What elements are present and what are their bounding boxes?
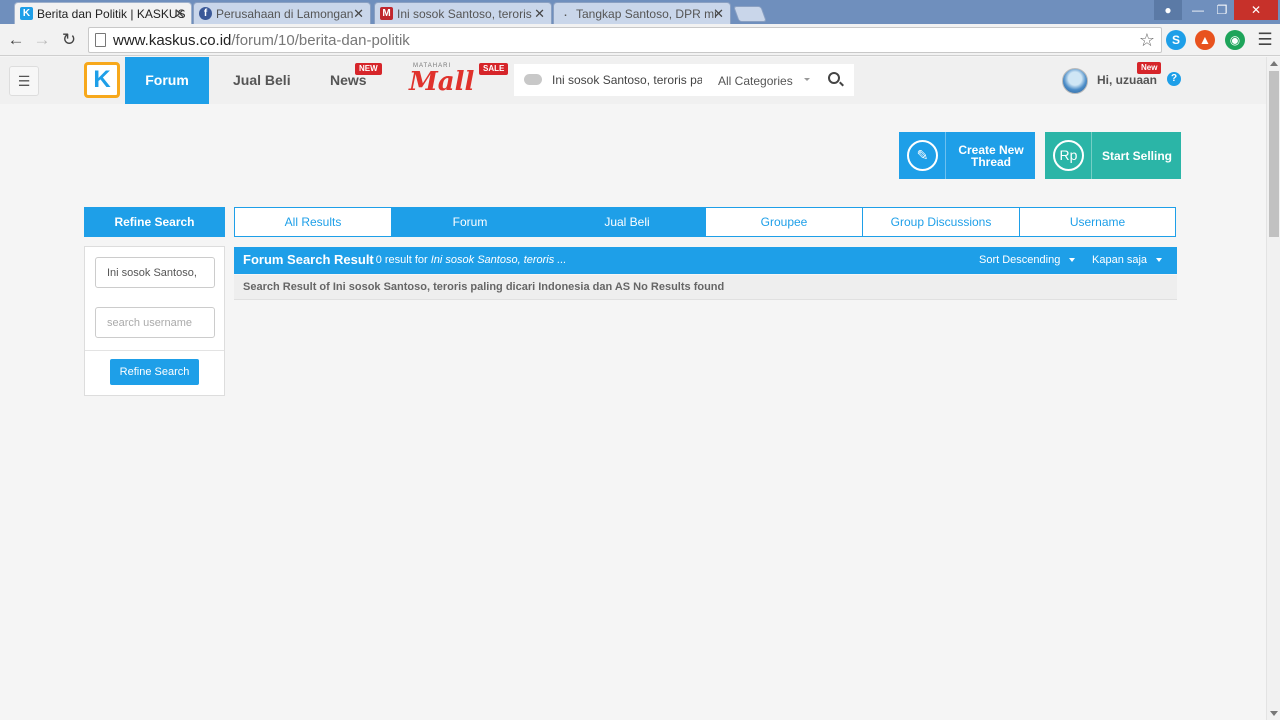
window-close-icon[interactable]: ✕ bbox=[1234, 0, 1278, 20]
tab-forum[interactable]: Forum bbox=[392, 208, 549, 236]
results-title: Forum Search Result bbox=[243, 252, 374, 267]
sort-dropdown[interactable]: Sort Descending bbox=[979, 247, 1076, 274]
forward-arrow-icon[interactable]: → bbox=[31, 29, 53, 51]
pencil-icon: ✎ bbox=[899, 132, 946, 179]
scroll-up-icon[interactable] bbox=[1270, 61, 1278, 66]
mall-logo-text: Mall bbox=[409, 67, 475, 97]
search-icon[interactable] bbox=[828, 72, 840, 84]
browser-tab-strip: K Berita dan Politik | KASKUS ✕ f Perusa… bbox=[0, 0, 1280, 24]
user-new-badge: New bbox=[1137, 62, 1162, 74]
panel-divider bbox=[85, 350, 224, 351]
results-header: Forum Search Result - 0 result for Ini s… bbox=[234, 247, 1177, 274]
mall-sale-badge: SALE bbox=[479, 63, 509, 75]
refine-query-input[interactable] bbox=[95, 257, 215, 288]
reload-icon[interactable]: ↻ bbox=[58, 29, 80, 51]
chevron-down-icon bbox=[1156, 258, 1163, 263]
nav-forum[interactable]: Forum bbox=[125, 57, 209, 104]
page-icon bbox=[95, 33, 106, 47]
rupiah-icon: Rp bbox=[1045, 132, 1092, 179]
news-new-badge: NEW bbox=[355, 63, 382, 75]
kaskus-logo[interactable]: K bbox=[84, 62, 120, 98]
back-arrow-icon[interactable]: ← bbox=[5, 29, 27, 51]
facebook-favicon-icon: f bbox=[199, 7, 212, 20]
new-tab-button[interactable] bbox=[733, 6, 767, 22]
header-search: Ini sosok Santoso, teroris pa All Catego… bbox=[514, 64, 854, 96]
help-icon[interactable]: ? bbox=[1167, 72, 1181, 86]
browser-tab-title: Berita dan Politik | KASKUS bbox=[37, 7, 186, 21]
chevron-down-icon bbox=[804, 78, 810, 81]
create-thread-label: Create New Thread bbox=[958, 142, 1024, 169]
nav-jual-beli[interactable]: Jual Beli bbox=[233, 57, 291, 104]
username-search-input[interactable] bbox=[95, 307, 215, 338]
browser-tab-title: Perusahaan di Lamongan bbox=[216, 7, 354, 21]
browser-toolbar: ← → ↻ www.kaskus.co.id/forum/10/berita-d… bbox=[0, 24, 1280, 56]
no-results-row: Search Result of Ini sosok Santoso, tero… bbox=[234, 275, 1177, 300]
browser-tab-title: Ini sosok Santoso, teroris bbox=[397, 7, 532, 21]
scroll-down-icon[interactable] bbox=[1270, 711, 1278, 716]
no-results-message: Search Result of Ini sosok Santoso, tero… bbox=[243, 281, 725, 293]
browser-tab-dpr[interactable]: . Tangkap Santoso, DPR mi ✕ bbox=[553, 2, 731, 24]
create-new-thread-button[interactable]: ✎ Create New Thread bbox=[899, 132, 1035, 179]
chrome-menu-icon[interactable]: ☰ bbox=[1254, 29, 1276, 51]
browser-tab-title: Tangkap Santoso, DPR mi bbox=[576, 7, 717, 21]
close-tab-icon[interactable]: ✕ bbox=[353, 6, 364, 22]
loading-favicon-icon: . bbox=[564, 8, 567, 19]
close-tab-icon[interactable]: ✕ bbox=[174, 6, 185, 22]
scrollbar-thumb[interactable] bbox=[1269, 71, 1279, 237]
browser-tab-merdeka[interactable]: M Ini sosok Santoso, teroris ✕ bbox=[374, 2, 552, 24]
browser-tab-facebook[interactable]: f Perusahaan di Lamongan ✕ bbox=[193, 2, 371, 24]
bookmark-star-icon[interactable]: ☆ bbox=[1139, 30, 1155, 51]
url-text: www.kaskus.co.id/forum/10/berita-dan-pol… bbox=[113, 32, 410, 49]
fire-extension-icon[interactable]: ▲ bbox=[1195, 30, 1215, 50]
tab-username[interactable]: Username bbox=[1020, 208, 1175, 236]
browser-tab-kaskus[interactable]: K Berita dan Politik | KASKUS ✕ bbox=[14, 2, 192, 24]
hamburger-menu-icon[interactable]: ☰ bbox=[9, 66, 39, 96]
skype-extension-icon[interactable]: S bbox=[1166, 30, 1186, 50]
kaskus-favicon-icon: K bbox=[20, 7, 33, 20]
eye-extension-icon[interactable]: ◉ bbox=[1225, 30, 1245, 50]
address-bar[interactable]: www.kaskus.co.id/forum/10/berita-dan-pol… bbox=[88, 27, 1162, 53]
result-tabs: All Results Forum Jual Beli Groupee Grou… bbox=[234, 207, 1176, 237]
tab-group-discussions[interactable]: Group Discussions bbox=[863, 208, 1020, 236]
header-search-input[interactable]: Ini sosok Santoso, teroris pa bbox=[552, 64, 702, 96]
tab-jual-beli[interactable]: Jual Beli bbox=[549, 208, 706, 236]
chevron-down-icon bbox=[1069, 258, 1076, 263]
user-profile-icon[interactable]: ● bbox=[1154, 0, 1182, 20]
refine-search-panel: Refine Search bbox=[84, 246, 225, 396]
tab-groupee[interactable]: Groupee bbox=[706, 208, 863, 236]
category-dropdown[interactable]: All Categories bbox=[718, 64, 793, 96]
site-header: ☰ K Forum Jual Beli News NEW MATAHARI Ma… bbox=[0, 57, 1266, 104]
refine-search-header: Refine Search bbox=[84, 207, 225, 237]
avatar[interactable] bbox=[1062, 68, 1088, 94]
start-selling-label: Start Selling bbox=[1101, 148, 1172, 163]
close-tab-icon[interactable]: ✕ bbox=[534, 6, 545, 22]
tab-all-results[interactable]: All Results bbox=[235, 208, 392, 236]
results-summary: - 0 result for Ini sosok Santoso, terori… bbox=[369, 254, 567, 266]
page-scrollbar[interactable] bbox=[1266, 57, 1280, 720]
time-filter-dropdown[interactable]: Kapan saja bbox=[1092, 247, 1163, 274]
maximize-icon[interactable]: ❐ bbox=[1208, 0, 1236, 20]
close-tab-icon[interactable]: ✕ bbox=[713, 6, 724, 22]
cloud-icon bbox=[524, 74, 542, 85]
start-selling-button[interactable]: Rp Start Selling bbox=[1045, 132, 1181, 179]
matahari-mall-logo[interactable]: MATAHARI Mall bbox=[409, 63, 481, 99]
refine-search-button[interactable]: Refine Search bbox=[110, 359, 199, 385]
merdeka-favicon-icon: M bbox=[380, 7, 393, 20]
